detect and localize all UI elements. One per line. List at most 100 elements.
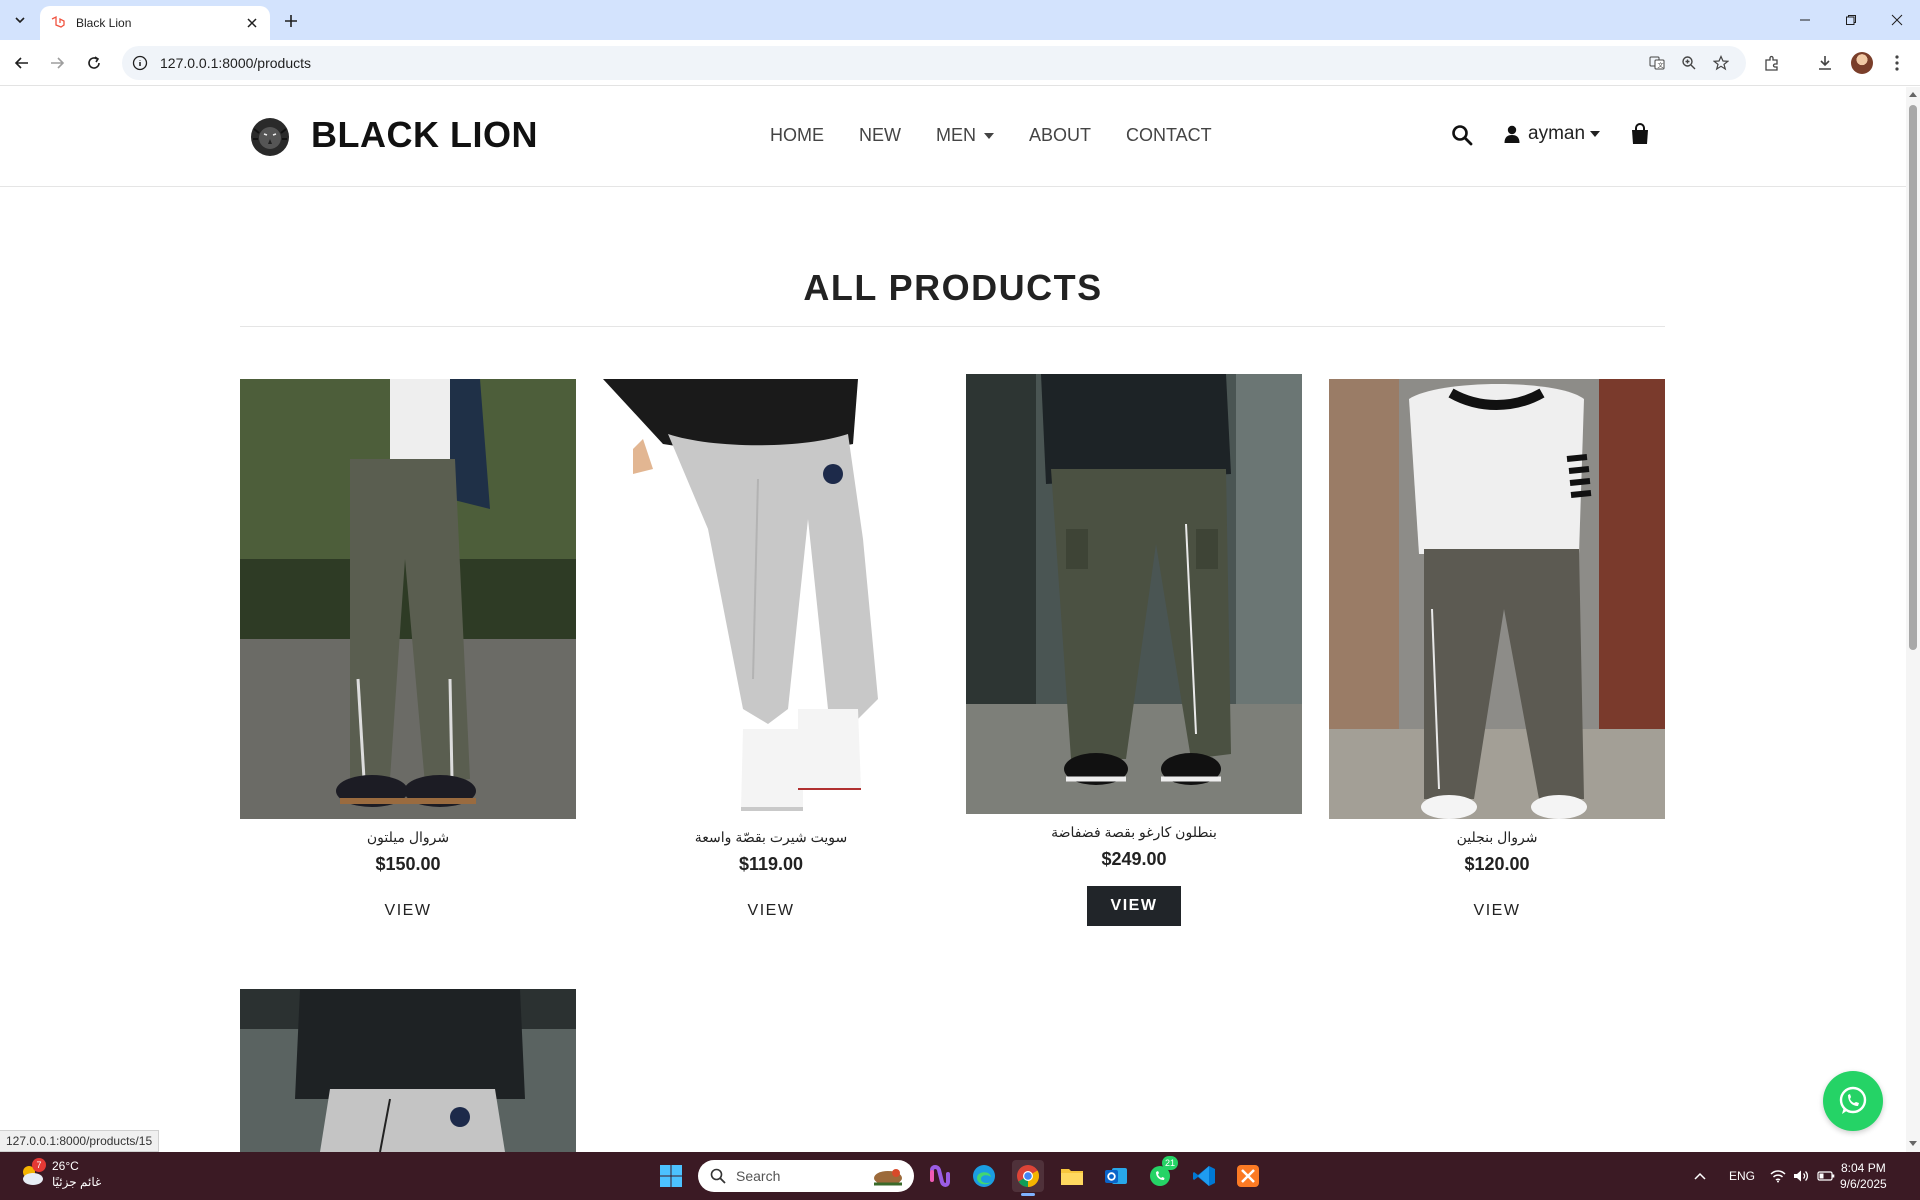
title-divider [240, 326, 1665, 327]
restore-icon[interactable] [1828, 0, 1874, 40]
product-image[interactable] [603, 379, 939, 819]
product-card: شروال بنجلين $120.00 VIEW [1329, 379, 1665, 931]
page-title: ALL PRODUCTS [803, 267, 1103, 308]
tray-overflow-icon[interactable] [1693, 1152, 1707, 1200]
product-name[interactable]: شروال ميلتون [240, 829, 576, 846]
windows-taskbar: 7 26°C غائم جزئيًا Search 21 ENG 8:04 PM… [0, 1152, 1920, 1200]
reload-icon[interactable] [82, 51, 106, 75]
user-icon [1504, 125, 1520, 143]
file-explorer-icon[interactable] [1056, 1160, 1088, 1192]
product-card: بنطلون كارغو بقصة فضفاضة $249.00 VIEW [966, 374, 1302, 926]
lion-logo-icon[interactable] [250, 117, 290, 157]
status-bar-url: 127.0.0.1:8000/products/15 [0, 1130, 160, 1152]
minimize-icon[interactable] [1782, 0, 1828, 40]
system-clock[interactable]: 8:04 PM 9/6/2025 [1840, 1160, 1887, 1192]
profile-avatar[interactable] [1851, 52, 1873, 74]
shopping-bag-icon[interactable] [1630, 123, 1650, 145]
brand-name[interactable]: BLACK LION [311, 114, 538, 156]
xampp-icon[interactable] [1232, 1160, 1264, 1192]
edge-icon[interactable] [968, 1160, 1000, 1192]
product-image[interactable] [966, 374, 1302, 814]
forward-icon[interactable] [45, 51, 69, 75]
weather-icon: 7 [18, 1158, 46, 1188]
scroll-down-icon[interactable] [1909, 1139, 1917, 1147]
close-window-icon[interactable] [1874, 0, 1920, 40]
product-price: $249.00 [1101, 849, 1167, 869]
product-card [240, 989, 576, 1152]
page-scrollbar[interactable] [1906, 87, 1920, 1152]
product-name[interactable]: بنطلون كارغو بقصة فضفاضة [966, 824, 1302, 841]
clock-date: 9/6/2025 [1840, 1177, 1887, 1191]
weather-temp: 26°C [52, 1159, 79, 1173]
product-card: شروال ميلتون $150.00 VIEW [240, 379, 576, 931]
view-product-button[interactable]: VIEW [1087, 886, 1181, 926]
extensions-icon[interactable] [1762, 53, 1782, 73]
product-image[interactable] [240, 379, 576, 819]
windows-logo-icon [660, 1165, 682, 1187]
address-bar[interactable]: 127.0.0.1:8000/products [122, 46, 1746, 80]
browser-toolbar: 127.0.0.1:8000/products 文 [0, 40, 1920, 86]
whatsapp-icon [1839, 1086, 1867, 1114]
tab-title: Black Lion [76, 16, 132, 30]
nav-about[interactable]: ABOUT [1029, 125, 1091, 146]
tab-search-icon[interactable] [8, 8, 32, 32]
weather-desc: غائم جزئيًا [52, 1175, 102, 1189]
volume-icon[interactable] [1793, 1152, 1809, 1200]
scrollbar-thumb[interactable] [1909, 105, 1917, 650]
close-tab-icon[interactable] [244, 15, 260, 31]
battery-icon[interactable] [1817, 1152, 1835, 1200]
taskbar-search-placeholder: Search [736, 1168, 781, 1184]
scroll-up-icon[interactable] [1909, 91, 1917, 99]
taskbar-search[interactable]: Search [698, 1160, 914, 1192]
back-icon[interactable] [10, 51, 34, 75]
downloads-icon[interactable] [1815, 53, 1835, 73]
nav-contact[interactable]: CONTACT [1126, 125, 1212, 146]
clock-time: 8:04 PM [1841, 1161, 1886, 1175]
translate-icon[interactable]: 文 [1649, 55, 1665, 71]
product-name[interactable]: شروال بنجلين [1329, 829, 1665, 846]
new-tab-icon[interactable] [280, 10, 302, 32]
weather-widget[interactable]: 7 26°C غائم جزئيًا [18, 1158, 101, 1190]
svg-text:文: 文 [1658, 62, 1664, 70]
product-image[interactable] [1329, 379, 1665, 819]
laravel-favicon-icon [51, 15, 65, 28]
weather-badge: 7 [32, 1158, 46, 1172]
zoom-icon[interactable] [1681, 55, 1697, 71]
whatsapp-chat-button[interactable] [1823, 1071, 1883, 1131]
search-highlight-icon [874, 1169, 902, 1186]
page-viewport: BLACK LION HOME NEW MEN ABOUT CONTACT ay… [0, 87, 1906, 1152]
nav-home[interactable]: HOME [770, 125, 824, 146]
search-icon[interactable] [1451, 124, 1473, 146]
vscode-icon[interactable] [1188, 1160, 1220, 1192]
product-price: $120.00 [1464, 854, 1530, 874]
user-menu[interactable]: ayman [1504, 123, 1601, 145]
url-text: 127.0.0.1:8000/products [160, 55, 312, 71]
input-language[interactable]: ENG [1729, 1152, 1755, 1200]
outlook-icon[interactable] [1100, 1160, 1132, 1192]
menu-kebab-icon[interactable] [1887, 53, 1907, 73]
bookmark-star-icon[interactable] [1713, 55, 1729, 71]
product-image[interactable] [240, 989, 576, 1152]
whatsapp-app-icon[interactable]: 21 [1144, 1156, 1178, 1192]
chrome-icon[interactable] [1012, 1160, 1044, 1196]
nav-men-label: MEN [936, 125, 976, 145]
site-header: BLACK LION HOME NEW MEN ABOUT CONTACT ay… [0, 87, 1906, 187]
product-price: $119.00 [738, 854, 804, 874]
view-product-button[interactable]: VIEW [724, 891, 818, 931]
site-info-icon[interactable] [132, 55, 148, 71]
view-product-button[interactable]: VIEW [361, 891, 455, 931]
start-button[interactable] [655, 1160, 687, 1192]
browser-tab[interactable]: Black Lion [40, 6, 270, 40]
search-icon [710, 1168, 726, 1184]
nav-new[interactable]: NEW [859, 125, 901, 146]
whatsapp-badge: 21 [1162, 1156, 1178, 1170]
chevron-down-icon [1590, 131, 1601, 137]
nav-men-dropdown[interactable]: MEN [936, 125, 994, 146]
copilot-icon[interactable] [924, 1160, 956, 1192]
product-price: $150.00 [375, 854, 441, 874]
wifi-icon[interactable] [1770, 1152, 1786, 1200]
browser-tabbar: Black Lion [0, 0, 1920, 40]
view-product-button[interactable]: VIEW [1450, 891, 1544, 931]
product-card: سويت شيرت بقصّة واسعة $119.00 VIEW [603, 379, 939, 931]
product-name[interactable]: سويت شيرت بقصّة واسعة [603, 829, 939, 846]
